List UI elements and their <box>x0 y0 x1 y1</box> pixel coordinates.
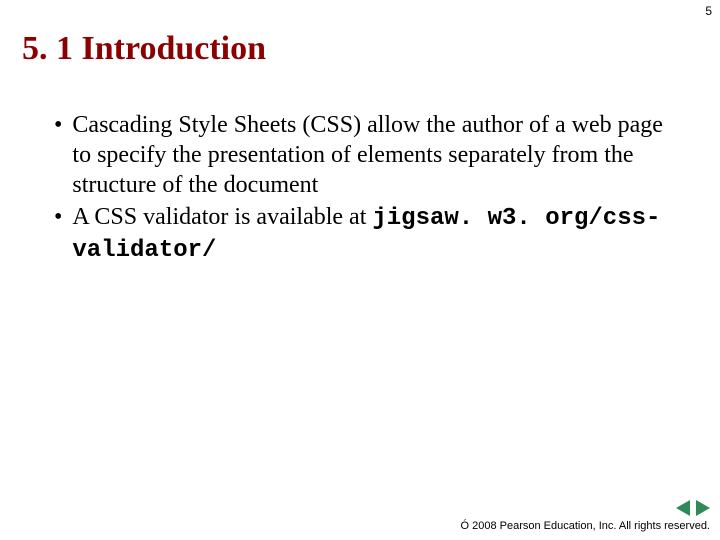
nav-buttons <box>676 500 710 516</box>
list-item: • A CSS validator is available at jigsaw… <box>54 202 680 266</box>
bullet-text-prefix: A CSS validator is available at <box>72 204 372 230</box>
list-item: • Cascading Style Sheets (CSS) allow the… <box>54 110 680 200</box>
footer: Ó 2008 Pearson Education, Inc. All right… <box>461 500 710 532</box>
prev-button[interactable] <box>676 500 690 516</box>
bullet-icon: • <box>54 110 62 140</box>
bullet-text: A CSS validator is available at jigsaw. … <box>72 202 680 266</box>
next-button[interactable] <box>696 500 710 516</box>
bullet-text: Cascading Style Sheets (CSS) allow the a… <box>72 110 680 200</box>
bullet-icon: • <box>54 202 62 232</box>
content-area: • Cascading Style Sheets (CSS) allow the… <box>54 110 680 268</box>
page-number: 5 <box>705 4 712 18</box>
page-title: 5. 1 Introduction <box>22 30 266 68</box>
copyright-text: Ó 2008 Pearson Education, Inc. All right… <box>461 520 710 532</box>
